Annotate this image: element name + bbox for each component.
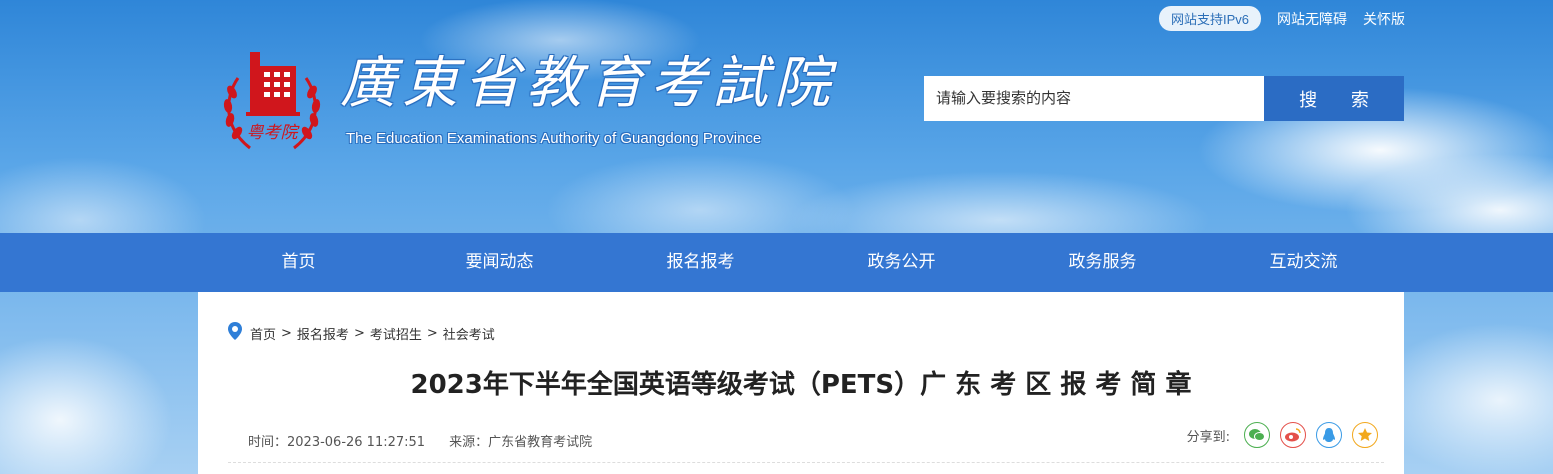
breadcrumb-separator: >	[426, 325, 438, 341]
nav-item-news[interactable]: 要闻动态	[399, 233, 600, 292]
breadcrumb-social-exams[interactable]: 社会考试	[443, 324, 495, 343]
weibo-icon[interactable]	[1280, 422, 1306, 448]
nav-item-services[interactable]: 政务服务	[1002, 233, 1203, 292]
site-logo[interactable]: 粤考院	[220, 48, 324, 158]
breadcrumb-registration[interactable]: 报名报考	[297, 324, 349, 343]
article-meta: 时间：2023-06-26 11:27:51 来源：广东省教育考试院	[248, 431, 592, 450]
site-name-english: The Education Examinations Authority of …	[346, 130, 762, 147]
nav-item-public-affairs[interactable]: 政务公开	[801, 233, 1002, 292]
logo-text: 粤考院	[247, 123, 301, 143]
breadcrumb: 首页 > 报名报考 > 考试招生 > 社会考试	[228, 322, 495, 344]
article-title: 2023年下半年全国英语等级考试（PETS）广 东 考 区 报 考 简 章	[410, 370, 1192, 400]
wechat-icon[interactable]	[1244, 422, 1270, 448]
qq-icon[interactable]	[1316, 422, 1342, 448]
breadcrumb-home[interactable]: 首页	[250, 324, 276, 343]
divider	[228, 462, 1384, 463]
breadcrumb-separator: >	[353, 325, 365, 341]
accessibility-link[interactable]: 网站无障碍	[1277, 9, 1347, 29]
search-input[interactable]	[924, 76, 1264, 121]
nav-item-registration[interactable]: 报名报考	[600, 233, 801, 292]
publish-time: 时间：2023-06-26 11:27:51	[248, 435, 426, 450]
article-source: 来源：广东省教育考试院	[449, 435, 593, 450]
breadcrumb-admissions[interactable]: 考试招生	[370, 324, 422, 343]
nav-item-interaction[interactable]: 互动交流	[1203, 233, 1404, 292]
emblem-icon: 粤考院	[223, 52, 321, 150]
topbar: 网站支持IPv6 网站无障碍 关怀版	[1158, 6, 1405, 31]
qzone-icon[interactable]	[1352, 422, 1378, 448]
breadcrumb-separator: >	[281, 325, 292, 341]
ipv6-badge: 网站支持IPv6	[1158, 6, 1261, 31]
article-panel: 首页 > 报名报考 > 考试招生 > 社会考试 2023年下半年全国英语等级考试…	[198, 292, 1404, 474]
main-nav: 首页 要闻动态 报名报考 政务公开 政务服务 互动交流	[0, 233, 1553, 292]
care-mode-link[interactable]: 关怀版	[1363, 9, 1405, 29]
site-name: 廣東省教育考試院	[340, 51, 836, 116]
search-button[interactable]: 搜 索	[1264, 76, 1404, 121]
share-label: 分享到:	[1186, 429, 1230, 445]
search-bar: 搜 索	[924, 76, 1404, 121]
nav-item-home[interactable]: 首页	[198, 233, 399, 292]
location-pin-icon	[228, 322, 242, 344]
share-bar: 分享到:	[1187, 422, 1378, 448]
